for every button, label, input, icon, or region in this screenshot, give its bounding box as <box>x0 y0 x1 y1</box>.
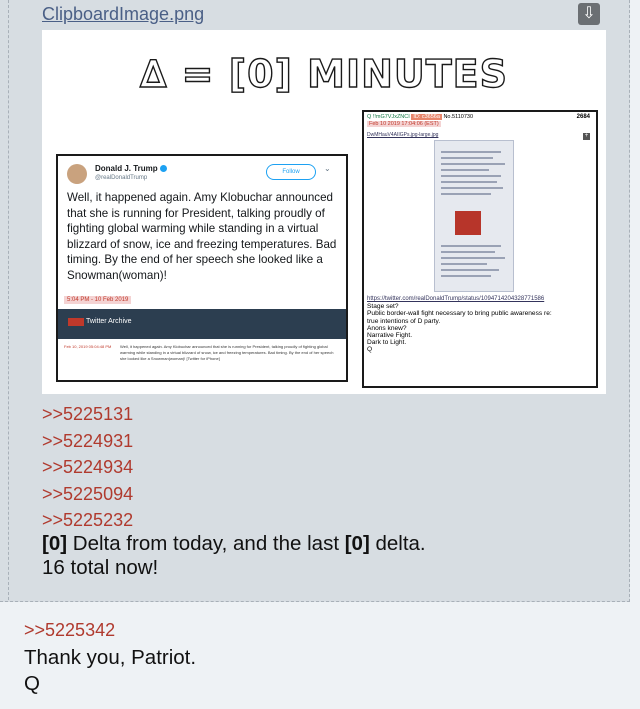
q-post-count: 2684 <box>576 114 590 120</box>
reply-links: >>5225131 >>5224931 >>5224934 >>5225094 … <box>42 401 133 534</box>
image-filename-link[interactable]: ClipboardImage.png <box>42 4 204 25</box>
download-icon[interactable]: ⇩ <box>578 3 600 25</box>
message-line-1: [0] Delta from today, and the last [0] d… <box>42 532 426 555</box>
q-line: Public border-wall fight necessary to br… <box>367 310 552 318</box>
post-message: [0] Delta from today, and the last [0] d… <box>42 532 426 580</box>
reply-link[interactable]: >>5225342 <box>24 620 115 641</box>
tweet-screenshot: Donald J. Trump @realDonaldTrump Follow … <box>56 154 348 382</box>
message-line-2: 16 total now! <box>42 556 159 579</box>
archive-label: Twitter Archive <box>86 318 132 325</box>
post2-message: Thank you, Patriot. Q <box>24 645 196 697</box>
post-divider <box>8 0 9 600</box>
post-container: ClipboardImage.png ⇩ ∆ = [0] MINUTES Don… <box>0 0 630 602</box>
reply-link[interactable]: >>5224934 <box>42 454 133 481</box>
reply-link[interactable]: >>5225232 <box>42 507 133 534</box>
thumbnail-logo <box>455 211 481 235</box>
chevron-down-icon: ⌄ <box>324 164 331 173</box>
post2-line: Thank you, Patriot. <box>24 646 197 669</box>
q-post-body: https://twitter.com/realDonaldTrump/stat… <box>367 296 596 354</box>
q-line: Dark to Light. <box>367 339 407 347</box>
q-line: true intentions of D party. <box>367 317 441 325</box>
q-line: Narrative Fight. <box>367 332 413 340</box>
archive-logo-icon <box>68 318 84 326</box>
q-line: Anons knew? <box>367 324 407 332</box>
tweet-text: Well, it happened again. Amy Klobuchar a… <box>67 191 337 282</box>
q-file-link: DwMHauV4AIIGPs.jpg-large.jpg <box>367 132 439 138</box>
q-post-thumbnail <box>434 140 514 292</box>
image-headline: ∆ = [0] MINUTES <box>139 51 509 96</box>
q-line: Stage set? <box>367 303 399 311</box>
tweet-author-name: Donald J. Trump <box>95 164 167 173</box>
verified-icon <box>159 165 167 172</box>
tweet-timestamp: 5:04 PM - 10 Feb 2019 <box>64 296 132 304</box>
expand-icon: + <box>583 133 590 140</box>
q-post-date: Feb 10 2019 17:04:06 (EST) <box>367 121 441 127</box>
avatar <box>67 164 87 184</box>
q-post-header: Q !!mG7VJxZNCI ID: c3656a No.5110730 <box>367 114 474 120</box>
archive-banner: Twitter Archive <box>58 309 346 339</box>
q-post-screenshot: Q !!mG7VJxZNCI ID: c3656a No.5110730 268… <box>362 110 598 388</box>
reply-link[interactable]: >>5225094 <box>42 481 133 508</box>
follow-button: Follow <box>266 164 316 180</box>
reply-link[interactable]: >>5225131 <box>42 401 133 428</box>
q-post-url: https://twitter.com/realDonaldTrump/stat… <box>367 296 545 302</box>
post2-line: Q <box>24 672 40 695</box>
archive-text: Well, it happened again. Amy Klobuchar a… <box>120 344 334 361</box>
tweet-handle: @realDonaldTrump <box>95 175 148 181</box>
q-line: Q <box>367 346 373 354</box>
archive-date: Feb 10, 2019 05:04:48 PM <box>64 344 112 349</box>
reply-link[interactable]: >>5224931 <box>42 428 133 455</box>
post-image[interactable]: ∆ = [0] MINUTES Donald J. Trump @realDon… <box>42 30 606 394</box>
